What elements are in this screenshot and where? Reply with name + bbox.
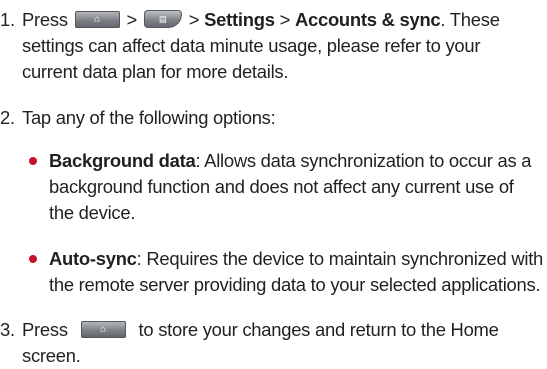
press-word: Press	[22, 319, 68, 340]
step-number: 3.	[0, 319, 15, 340]
option-line-2: background function and does not affect …	[49, 176, 514, 197]
step-1-text: Press ⌂ > ▤ > Settings > Accounts & sync…	[22, 7, 547, 85]
step-3-line-2: screen.	[22, 345, 81, 366]
home-key-icon: ⌂	[80, 321, 126, 338]
step-3: 3. Press ⌂ to store your changes and ret…	[0, 317, 547, 369]
option-line-3: the device.	[49, 202, 136, 223]
menu-key-icon: ▤	[143, 10, 182, 28]
step-2-text: Tap any of the following options:	[22, 107, 276, 128]
separator: >	[279, 9, 291, 30]
separator: >	[126, 9, 138, 30]
step-1-text-rest: . These	[440, 9, 500, 30]
option-line-1: Auto-sync: Requires the device to mainta…	[49, 246, 547, 272]
option-description: : Allows data synchronization to occur a…	[195, 150, 532, 171]
step-1-line-2: settings can affect data minute usage, p…	[22, 35, 481, 56]
instruction-page: 1. Press ⌂ > ▤ > Settings > Accounts & s…	[0, 0, 547, 366]
step-1-line-1: Press ⌂ > ▤ > Settings > Accounts & sync…	[22, 7, 547, 33]
option-line-2: the remote server providing data to your…	[49, 274, 541, 295]
option-term: Background data	[49, 150, 196, 171]
step-number: 1.	[0, 9, 15, 30]
option-description: : Requires the device to maintain synchr…	[136, 248, 544, 269]
option-auto-sync: Auto-sync: Requires the device to mainta…	[29, 246, 547, 298]
bullet-icon	[29, 157, 37, 165]
separator: >	[188, 9, 200, 30]
option-text: Auto-sync: Requires the device to mainta…	[49, 246, 547, 298]
option-background-data: Background data: Allows data synchroniza…	[29, 148, 547, 226]
home-key-icon: ⌂	[74, 11, 120, 28]
option-line-1: Background data: Allows data synchroniza…	[49, 148, 547, 174]
press-word: Press	[22, 9, 68, 30]
step-1-line-3: current data plan for more details.	[22, 61, 289, 82]
accounts-sync-label: Accounts & sync	[294, 9, 441, 30]
step-number: 2.	[0, 107, 15, 128]
bullet-icon	[29, 255, 37, 263]
settings-label: Settings	[204, 9, 275, 30]
step-1: 1. Press ⌂ > ▤ > Settings > Accounts & s…	[0, 7, 547, 85]
step-3-text-rest: to store your changes and return to the …	[138, 319, 499, 340]
option-text: Background data: Allows data synchroniza…	[49, 148, 547, 226]
step-3-text: Press ⌂ to store your changes and return…	[22, 317, 547, 369]
step-2: 2. Tap any of the following options:	[0, 105, 547, 131]
option-term: Auto-sync	[49, 248, 137, 269]
step-3-line-1: Press ⌂ to store your changes and return…	[22, 317, 547, 343]
